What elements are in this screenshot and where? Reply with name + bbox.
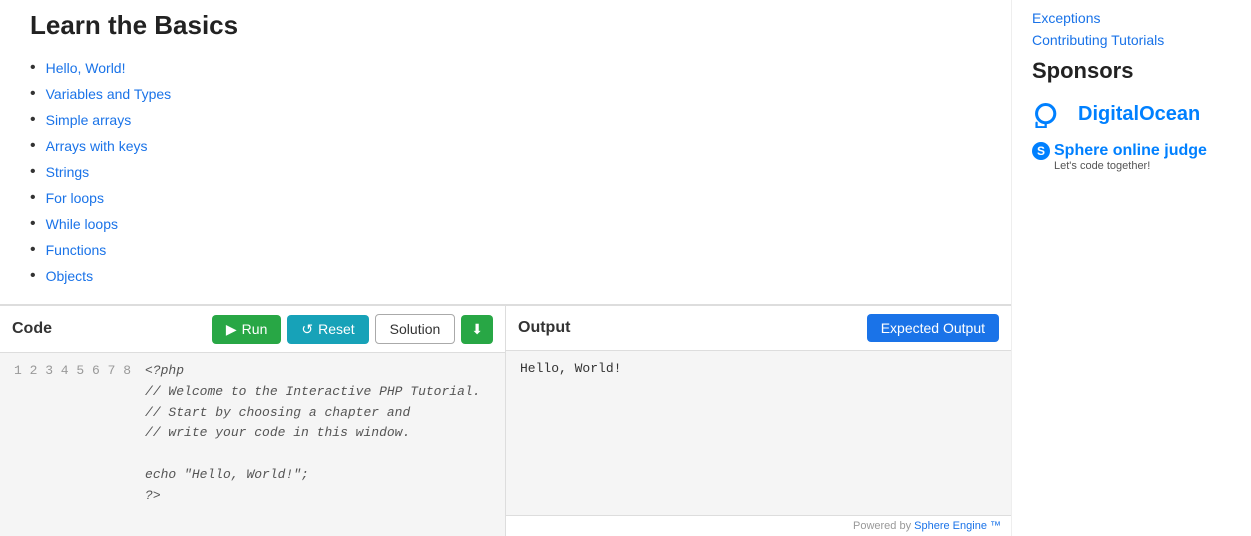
tutorial-list-item: Hello, World! <box>30 59 981 77</box>
line-numbers: 1 2 3 4 5 6 7 8 <box>0 353 141 536</box>
tutorial-list-item: While loops <box>30 215 981 233</box>
digitalocean-icon <box>1032 100 1070 128</box>
sphere-name: S Sphere online judge <box>1032 142 1207 160</box>
solution-button[interactable]: Solution <box>375 314 456 344</box>
download-button[interactable]: ⬇ <box>461 315 493 344</box>
sidebar-link[interactable]: Contributing Tutorials <box>1032 32 1231 48</box>
code-panel-title: Code <box>12 320 52 338</box>
reset-label: Reset <box>318 321 355 337</box>
download-icon: ⬇ <box>471 321 483 338</box>
tutorial-link[interactable]: While loops <box>46 216 118 232</box>
powered-by-text: Powered by <box>853 520 914 532</box>
tutorial-list-item: Arrays with keys <box>30 137 981 155</box>
digitalocean-sponsor: DigitalOcean <box>1032 100 1231 128</box>
tutorial-link[interactable]: Objects <box>46 268 93 284</box>
tutorial-list-item: Objects <box>30 267 981 285</box>
expected-output-button[interactable]: Expected Output <box>867 314 999 342</box>
tutorial-list-item: For loops <box>30 189 981 207</box>
code-content[interactable]: <?php // Welcome to the Interactive PHP … <box>141 353 488 536</box>
run-icon: ▶ <box>226 321 237 338</box>
sidebar: Exceptions Contributing Tutorials Sponsor… <box>1011 0 1251 536</box>
tutorial-link[interactable]: Arrays with keys <box>46 138 148 154</box>
code-editor[interactable]: 1 2 3 4 5 6 7 8 <?php // Welcome to the … <box>0 353 505 536</box>
powered-by: Powered by Sphere Engine ™ <box>506 515 1011 536</box>
sphere-engine-link[interactable]: Sphere Engine ™ <box>914 520 1001 532</box>
run-label: Run <box>242 321 268 337</box>
tutorial-link[interactable]: Strings <box>46 164 90 180</box>
run-button[interactable]: ▶ Run <box>212 315 281 344</box>
tutorial-link[interactable]: For loops <box>46 190 104 206</box>
tutorial-link[interactable]: Functions <box>46 242 107 258</box>
tutorial-list: Hello, World! Variables and Types Simple a… <box>30 59 981 290</box>
sphere-tagline: Let's code together! <box>1054 160 1150 172</box>
sphere-s-icon: S <box>1032 142 1050 160</box>
tutorial-list-item: Variables and Types <box>30 85 981 103</box>
sidebar-link[interactable]: Exceptions <box>1032 10 1231 26</box>
output-text: Hello, World! <box>520 361 621 376</box>
output-panel-title: Output <box>518 319 570 337</box>
output-content: Hello, World! <box>506 351 1011 515</box>
code-buttons: ▶ Run ↺ Reset Solution ⬇ <box>212 314 493 344</box>
tutorial-list-item: Simple arrays <box>30 111 981 129</box>
reset-button[interactable]: ↺ Reset <box>287 315 368 344</box>
tutorial-link[interactable]: Hello, World! <box>46 60 126 76</box>
page-title: Learn the Basics <box>30 10 981 41</box>
tutorial-list-item: Strings <box>30 163 981 181</box>
sponsors-title: Sponsors <box>1032 58 1231 84</box>
reset-icon: ↺ <box>301 321 313 338</box>
sphere-name-text: Sphere online judge <box>1054 142 1207 160</box>
sphere-sponsor: S Sphere online judge Let's code togethe… <box>1032 142 1231 172</box>
tutorial-link[interactable]: Variables and Types <box>46 86 172 102</box>
digitalocean-text: DigitalOcean <box>1078 103 1200 126</box>
tutorial-list-item: Functions <box>30 241 981 259</box>
solution-label: Solution <box>390 321 441 337</box>
tutorial-link[interactable]: Simple arrays <box>46 112 132 128</box>
